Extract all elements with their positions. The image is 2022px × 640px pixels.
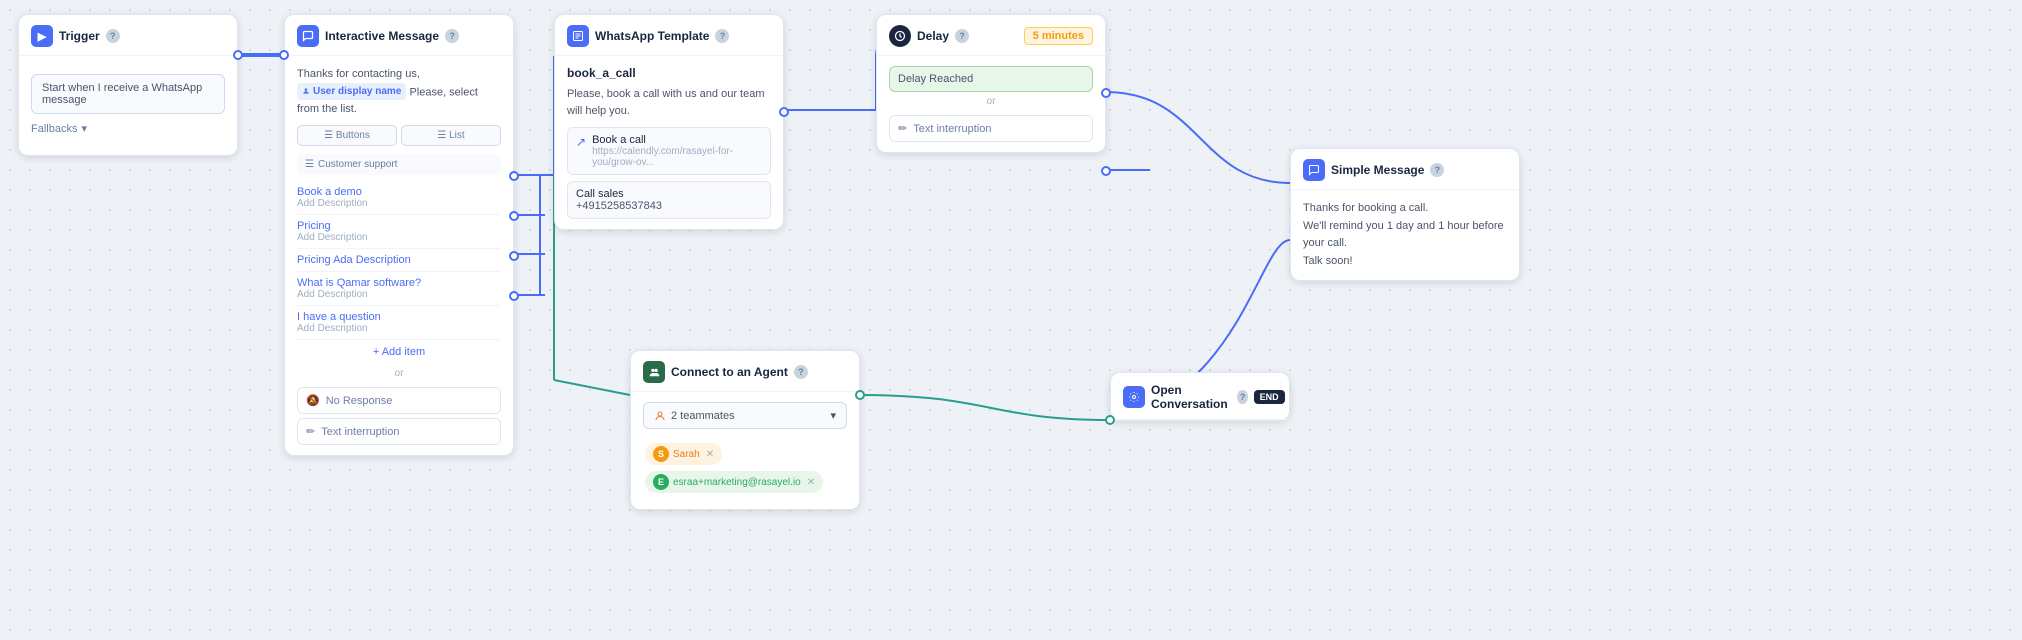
whatsapp-template-node: WhatsApp Template ? book_a_call Please, … [554, 14, 784, 230]
interactive-input-port [279, 50, 289, 60]
link-ext-icon: ↗ [576, 135, 586, 149]
link-title: Book a call [592, 134, 762, 146]
open-conv-title: Open Conversation [1151, 383, 1231, 411]
delay-title: Delay [917, 29, 949, 43]
interactive-body: Thanks for contacting us, User display n… [297, 66, 501, 117]
whatsapp-header: WhatsApp Template ? [555, 15, 783, 56]
add-item-button[interactable]: + Add item [297, 340, 501, 364]
menu-item-1-port [509, 171, 519, 181]
interactive-or-divider: or [297, 364, 501, 383]
agent-icon [643, 361, 665, 383]
agent-header: Connect to an Agent ? [631, 351, 859, 392]
delay-header: Delay ? 5 minutes [877, 15, 1105, 56]
no-response-icon: 🔕 [306, 394, 320, 407]
simple-header: Simple Message ? [1291, 149, 1519, 190]
esraa-chip[interactable]: E esraa+marketing@rasayel.io ✕ [645, 471, 823, 493]
sarah-remove-button[interactable]: ✕ [706, 449, 714, 460]
simple-info-icon[interactable]: ? [1430, 163, 1444, 177]
sarah-avatar: S [653, 446, 669, 462]
interactive-icon [297, 25, 319, 47]
fallbacks-button[interactable]: Fallbacks ▾ [31, 122, 225, 135]
fallbacks-label: Fallbacks [31, 123, 77, 135]
delay-info-icon[interactable]: ? [955, 29, 969, 43]
interactive-message-node: Interactive Message ? Thanks for contact… [284, 14, 514, 456]
agent-title: Connect to an Agent [671, 365, 788, 379]
open-conv-header: Open Conversation ? END [1111, 373, 1289, 420]
delay-or-divider: or [889, 92, 1093, 111]
template-body: Please, book a call with us and our team… [567, 86, 771, 119]
simple-title: Simple Message [1331, 163, 1424, 177]
fallbacks-chevron-icon: ▾ [81, 122, 87, 135]
delay-text-int-port [1101, 166, 1111, 176]
open-conv-icon [1123, 386, 1145, 408]
workflow-canvas: ▶ Trigger ? Start when I receive a Whats… [0, 0, 2022, 640]
trigger-node: ▶ Trigger ? Start when I receive a Whats… [18, 14, 238, 156]
interactive-header: Interactive Message ? [285, 15, 513, 56]
simple-body: Thanks for booking a call.We'll remind y… [1303, 200, 1507, 270]
simple-icon [1303, 159, 1325, 181]
text-interruption-option-interactive[interactable]: ✏ Text interruption [297, 418, 501, 445]
trigger-title: Trigger [59, 29, 100, 43]
delay-icon [889, 25, 911, 47]
delay-node: Delay ? 5 minutes Delay Reached or ✏ Tex… [876, 14, 1106, 153]
trigger-input-value: Start when I receive a WhatsApp message [31, 74, 225, 114]
phone-item[interactable]: Call sales +4915258537843 [567, 181, 771, 219]
tabs-row: ☰ Buttons ☰ List [297, 125, 501, 146]
agents-chips: S Sarah ✕ E esraa+marketing@rasayel.io ✕ [643, 437, 847, 499]
section-label: ☰ Customer support [297, 154, 501, 175]
trigger-output-port [233, 50, 243, 60]
buttons-tab[interactable]: ☰ Buttons [297, 125, 397, 146]
menu-item-3-port [509, 251, 519, 261]
open-conv-input-port [1105, 415, 1115, 425]
trigger-info-icon[interactable]: ? [106, 29, 120, 43]
teammates-select[interactable]: 2 teammates ▾ [643, 402, 847, 429]
delay-reached-port [1101, 88, 1111, 98]
interactive-title: Interactive Message [325, 29, 439, 43]
delay-text-int-icon: ✏ [898, 122, 907, 135]
whatsapp-title: WhatsApp Template [595, 29, 709, 43]
esraa-avatar: E [653, 474, 669, 490]
agent-output-port [855, 390, 865, 400]
interactive-info-icon[interactable]: ? [445, 29, 459, 43]
menu-item-pricing[interactable]: Pricing Add Description [297, 215, 501, 249]
trigger-icon: ▶ [31, 25, 53, 47]
no-response-option[interactable]: 🔕 No Response [297, 387, 501, 414]
phone-number: +4915258537843 [576, 200, 762, 212]
menu-item-2-port [509, 211, 519, 221]
menu-item-pricing-ada[interactable]: Pricing Ada Description [297, 249, 501, 272]
template-link-item[interactable]: ↗ Book a call https://calendly.com/rasay… [567, 127, 771, 175]
text-interruption-icon: ✏ [306, 425, 315, 438]
sarah-chip[interactable]: S Sarah ✕ [645, 443, 722, 465]
simple-message-node: Simple Message ? Thanks for booking a ca… [1290, 148, 1520, 281]
menu-item-question[interactable]: I have a question Add Description [297, 306, 501, 340]
connect-to-agent-node: Connect to an Agent ? 2 teammates ▾ S Sa… [630, 350, 860, 510]
menu-item-book-demo[interactable]: Book a demo Add Description [297, 181, 501, 215]
template-name: book_a_call [567, 66, 771, 80]
whatsapp-output-port [779, 107, 789, 117]
menu-item-4-port [509, 291, 519, 301]
list-tab[interactable]: ☰ List [401, 125, 501, 146]
agent-info-icon[interactable]: ? [794, 365, 808, 379]
phone-label: Call sales [576, 188, 762, 200]
delay-reached-option[interactable]: Delay Reached [889, 66, 1093, 92]
open-conversation-node: Open Conversation ? END [1110, 372, 1290, 421]
teammates-chevron-icon: ▾ [830, 409, 836, 422]
trigger-header: ▶ Trigger ? [19, 15, 237, 56]
link-url: https://calendly.com/rasayel-for-you/gro… [592, 146, 762, 168]
open-conv-info-icon[interactable]: ? [1237, 390, 1247, 404]
whatsapp-icon [567, 25, 589, 47]
delay-text-interruption-option[interactable]: ✏ Text interruption [889, 115, 1093, 142]
end-badge: END [1254, 390, 1285, 404]
menu-item-qamar[interactable]: What is Qamar software? Add Description [297, 272, 501, 306]
delay-badge: 5 minutes [1024, 27, 1093, 45]
esraa-remove-button[interactable]: ✕ [807, 477, 815, 488]
user-display-tag: User display name [297, 83, 406, 100]
whatsapp-info-icon[interactable]: ? [715, 29, 729, 43]
